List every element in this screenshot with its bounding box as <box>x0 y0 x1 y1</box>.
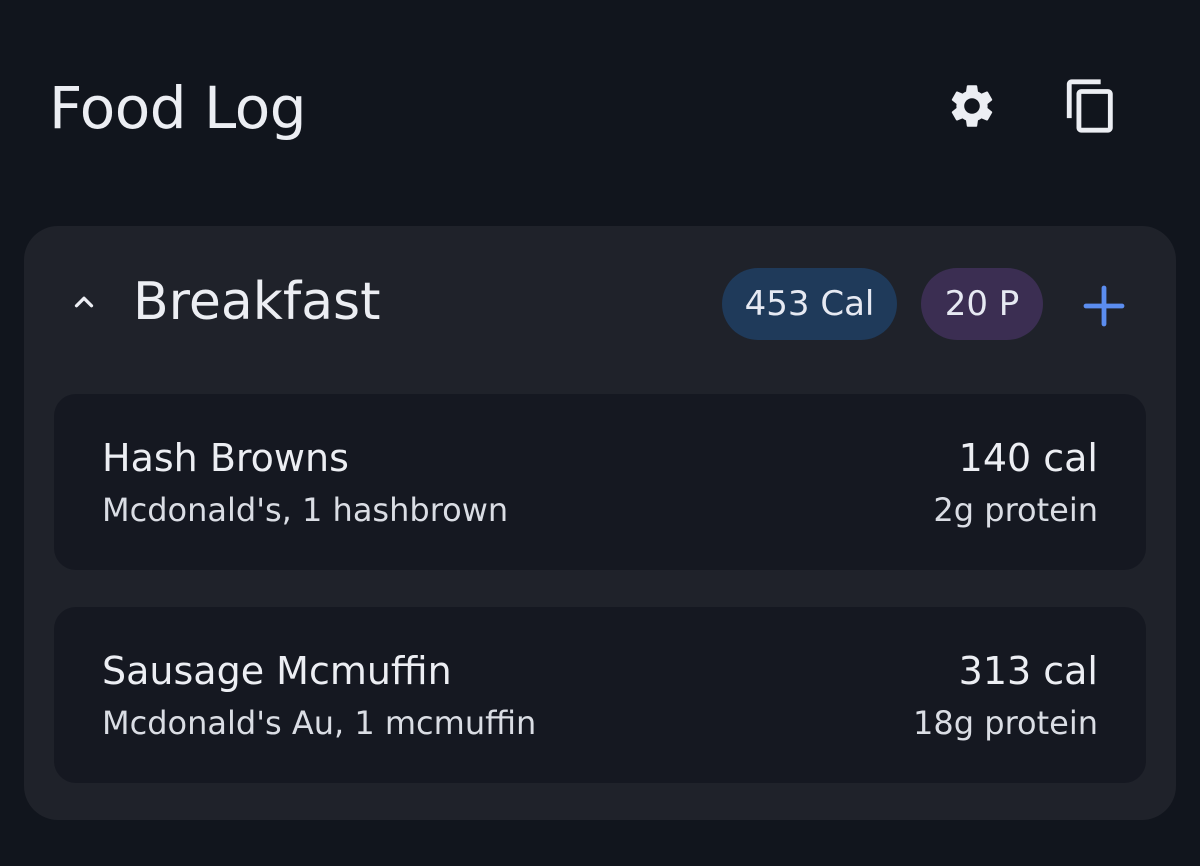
food-calories: 140 cal <box>958 436 1098 480</box>
food-log-screen: Food Log Breakfast 453 Cal 20 P Hash Bro… <box>0 0 1200 866</box>
meal-header: Breakfast 453 Cal 20 P <box>24 226 1176 386</box>
gear-icon <box>951 85 993 127</box>
food-name: Hash Browns <box>102 436 349 480</box>
plus-icon <box>1083 285 1125 327</box>
settings-button[interactable] <box>936 70 1008 142</box>
meal-card-breakfast: Breakfast 453 Cal 20 P Hash Browns Mcdon… <box>24 226 1176 820</box>
food-description: Mcdonald's Au, 1 mcmuffin <box>102 704 537 742</box>
food-name: Sausage Mcmuffin <box>102 649 452 693</box>
chevron-up-icon <box>74 296 94 308</box>
add-food-button[interactable] <box>1074 276 1134 336</box>
food-item[interactable]: Sausage Mcmuffin Mcdonald's Au, 1 mcmuff… <box>54 607 1146 783</box>
food-item[interactable]: Hash Browns Mcdonald's, 1 hashbrown 140 … <box>54 394 1146 570</box>
app-header: Food Log <box>0 0 1200 200</box>
meal-title: Breakfast <box>133 272 381 332</box>
calories-badge: 453 Cal <box>722 268 897 340</box>
food-protein: 18g protein <box>913 704 1098 742</box>
food-description: Mcdonald's, 1 hashbrown <box>102 491 509 529</box>
collapse-button[interactable] <box>60 278 108 326</box>
copy-button[interactable] <box>1055 70 1127 142</box>
copy-icon <box>1066 79 1113 133</box>
food-protein: 2g protein <box>933 491 1098 529</box>
food-calories: 313 cal <box>958 649 1098 693</box>
page-title: Food Log <box>49 74 307 142</box>
protein-badge: 20 P <box>921 268 1043 340</box>
